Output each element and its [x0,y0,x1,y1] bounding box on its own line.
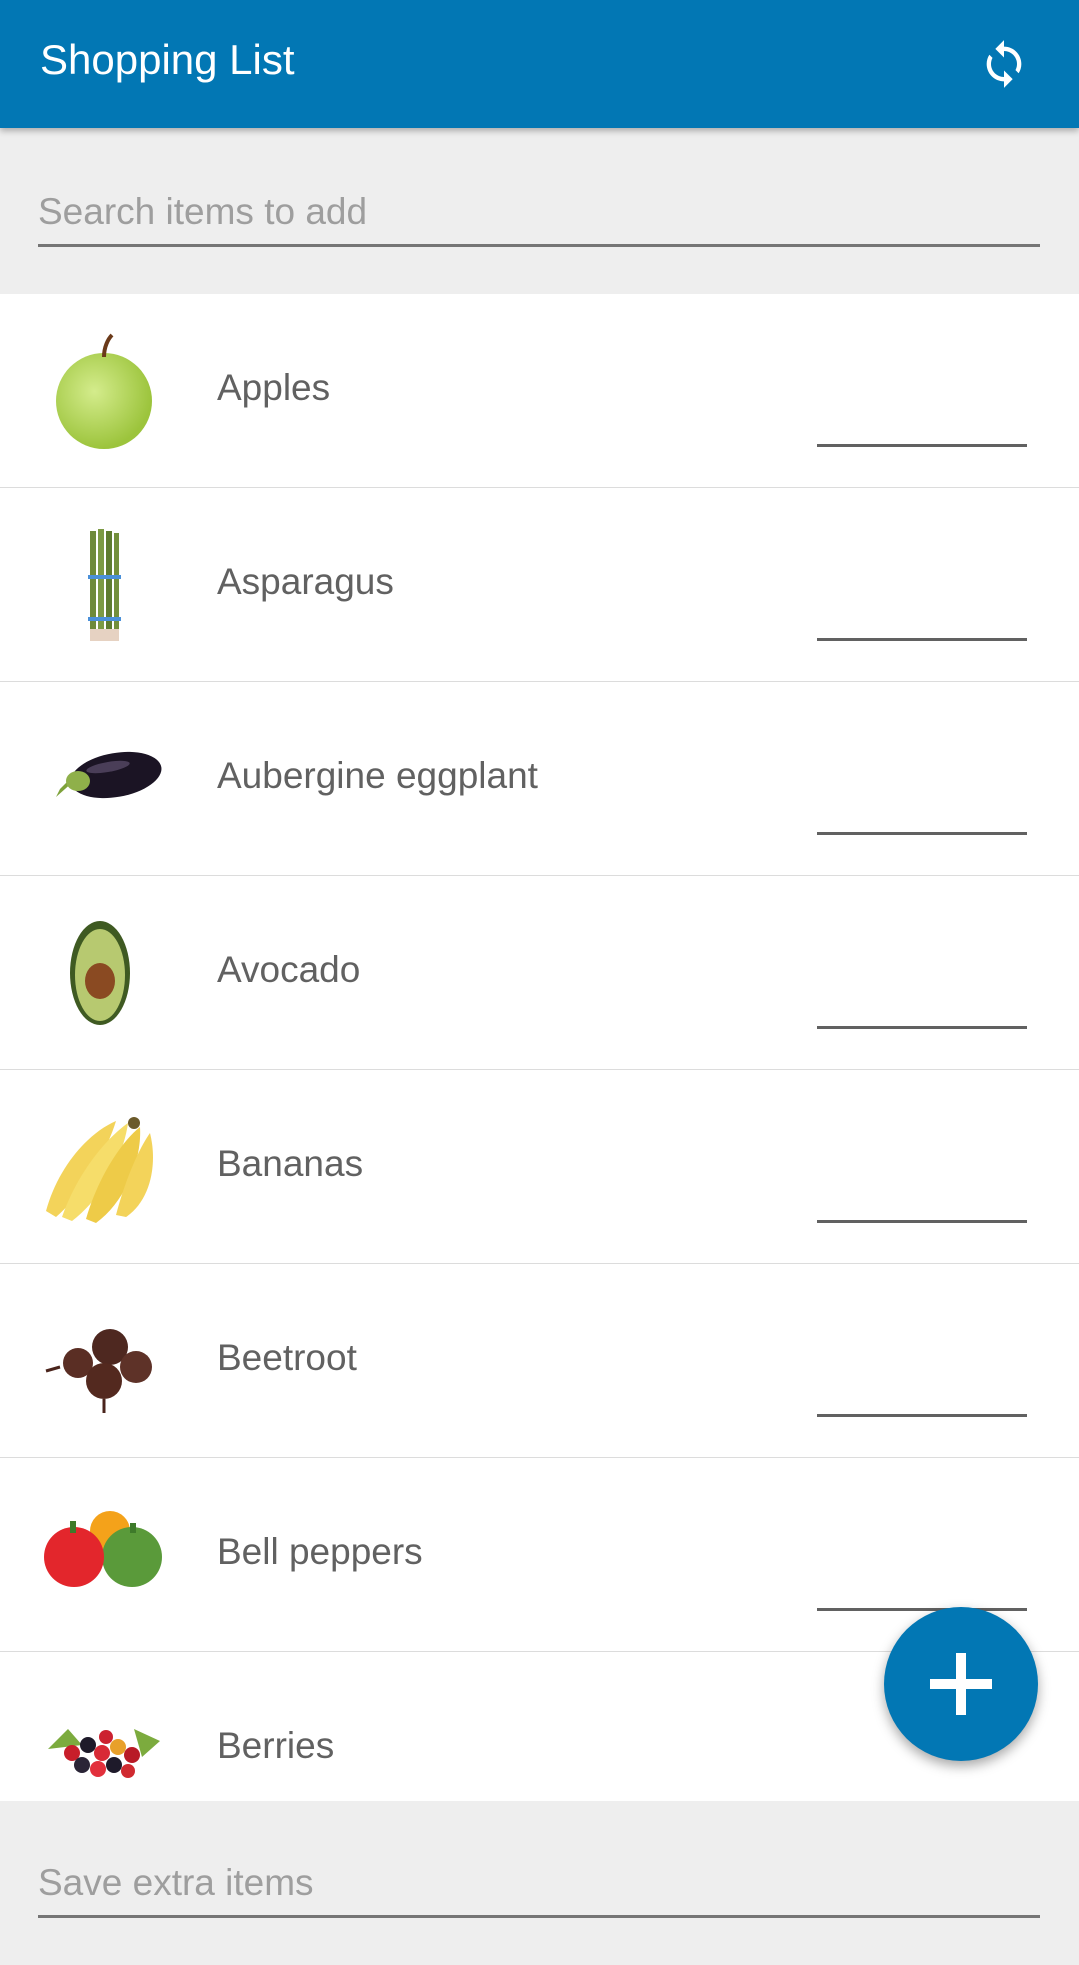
bell-peppers-image [38,1495,168,1615]
apple-image [38,331,168,451]
berries-image [38,1689,168,1801]
save-extra-items-input[interactable] [38,1851,1040,1915]
quantity-input[interactable] [817,588,1027,641]
quantity-input[interactable] [817,394,1027,447]
avocado-image [38,913,168,1033]
list-item[interactable]: Avocado [0,876,1079,1070]
asparagus-image [38,525,168,645]
list-item[interactable]: Bananas [0,1070,1079,1264]
list-item[interactable]: Apples [0,294,1079,488]
app-title: Shopping List [40,36,295,83]
item-label: Bananas [217,1143,364,1184]
quantity-input[interactable] [817,1558,1027,1611]
quantity-input[interactable] [817,1364,1027,1417]
list-item[interactable]: Beetroot [0,1264,1079,1458]
sync-button[interactable] [966,26,1042,102]
quantity-input[interactable] [817,1170,1027,1223]
item-label: Apples [217,367,331,408]
search-input[interactable] [38,180,1040,244]
quantity-input[interactable] [817,782,1027,835]
list-item[interactable]: Asparagus [0,488,1079,682]
plus-icon [930,1653,992,1715]
quantity-input[interactable] [817,976,1027,1029]
item-label: Beetroot [217,1337,357,1378]
item-label: Berries [217,1725,335,1766]
list-item[interactable]: Aubergine eggplant [0,682,1079,876]
add-item-button[interactable] [884,1607,1038,1761]
item-list: Apples Asparagus Aubergine eggplant Avoc… [0,294,1079,1801]
item-label: Avocado [217,949,361,990]
bananas-image [38,1107,168,1227]
eggplant-image [38,719,168,839]
app-bar: Shopping List [0,0,1079,128]
quantity-input[interactable] [817,1752,1027,1801]
extra-items-field [38,1851,1040,1918]
search-field [38,180,1040,247]
beetroot-image [38,1301,168,1421]
sync-icon [986,40,1022,88]
item-label: Bell peppers [217,1531,423,1572]
item-label: Asparagus [217,561,394,602]
item-label: Aubergine eggplant [217,755,538,796]
